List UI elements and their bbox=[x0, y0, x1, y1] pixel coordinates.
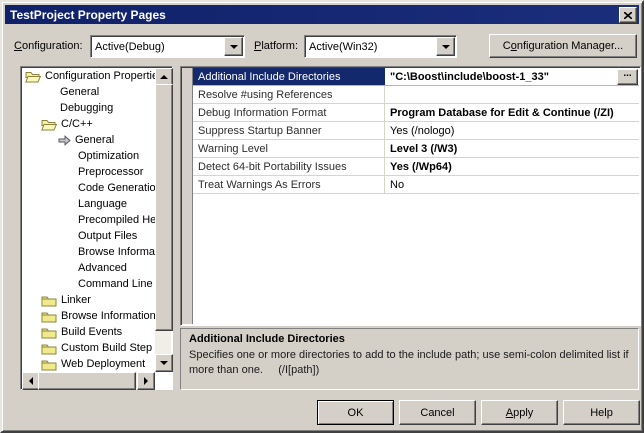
tree-item-browse-information[interactable]: Browse Information bbox=[22, 244, 155, 260]
tree-item-general[interactable]: General bbox=[22, 84, 155, 100]
description-text: Specifies one or more directories to add… bbox=[189, 348, 630, 378]
scroll-down-icon[interactable] bbox=[155, 354, 173, 372]
property-row-suppress-startup-banner[interactable]: Suppress Startup Banner Yes (/nologo) bbox=[193, 122, 639, 140]
folder-closed-icon bbox=[41, 310, 57, 323]
tree-item-web-deployment[interactable]: Web Deployment bbox=[22, 356, 155, 372]
tree-item-build-events[interactable]: Build Events bbox=[22, 324, 155, 340]
property-name[interactable]: Detect 64-bit Portability Issues bbox=[193, 158, 385, 175]
property-value[interactable]: "C:\Boost\include\boost-1_33" ... bbox=[385, 68, 639, 85]
horizontal-scroll-thumb[interactable] bbox=[38, 372, 136, 390]
category-tree: Configuration Properties General Debuggi… bbox=[20, 66, 173, 390]
help-button[interactable]: Help bbox=[563, 400, 640, 425]
scroll-right-icon[interactable] bbox=[137, 372, 155, 390]
folder-closed-icon bbox=[41, 294, 57, 307]
property-value[interactable]: Yes (/nologo) bbox=[385, 122, 639, 139]
property-name[interactable]: Treat Warnings As Errors bbox=[193, 176, 385, 193]
tree-items: Configuration Properties General Debuggi… bbox=[22, 68, 155, 372]
property-name[interactable]: Resolve #using References bbox=[193, 86, 385, 103]
close-icon bbox=[624, 12, 632, 19]
vertical-scroll-thumb[interactable] bbox=[155, 84, 173, 331]
cancel-button[interactable]: Cancel bbox=[399, 400, 476, 425]
property-value[interactable] bbox=[385, 86, 639, 103]
platform-value: Active(Win32) bbox=[305, 41, 435, 53]
platform-select[interactable]: Active(Win32) bbox=[304, 35, 457, 58]
property-name[interactable]: Debug Information Format bbox=[193, 104, 385, 121]
tree-item-c-cpp[interactable]: C/C++ bbox=[22, 116, 155, 132]
folder-open-icon bbox=[41, 118, 57, 131]
chevron-down-icon[interactable] bbox=[436, 37, 455, 56]
property-value[interactable]: Program Database for Edit & Continue (/Z… bbox=[385, 104, 639, 121]
property-description-panel: Additional Include Directories Specifies… bbox=[180, 328, 639, 390]
tree-item-language[interactable]: Language bbox=[22, 196, 155, 212]
current-page-arrow-icon bbox=[58, 135, 71, 146]
tree-item-precompiled-headers[interactable]: Precompiled Headers bbox=[22, 212, 155, 228]
property-row-treat-warnings-as-errors[interactable]: Treat Warnings As Errors No bbox=[193, 176, 639, 194]
ok-button[interactable]: OK bbox=[317, 400, 394, 425]
property-name[interactable]: Suppress Startup Banner bbox=[193, 122, 385, 139]
tree-item-linker[interactable]: Linker bbox=[22, 292, 155, 308]
tree-item-browse-information-folder[interactable]: Browse Information bbox=[22, 308, 155, 324]
property-value[interactable]: Level 3 (/W3) bbox=[385, 140, 639, 157]
property-row-additional-include-directories[interactable]: Additional Include Directories "C:\Boost… bbox=[193, 68, 639, 86]
tree-item-debugging[interactable]: Debugging bbox=[22, 100, 155, 116]
title-bar[interactable]: TestProject Property Pages bbox=[5, 5, 639, 24]
browse-ellipsis-button[interactable]: ... bbox=[617, 69, 638, 85]
tree-item-advanced[interactable]: Advanced bbox=[22, 260, 155, 276]
configuration-value: Active(Debug) bbox=[91, 41, 223, 53]
folder-closed-icon bbox=[41, 342, 57, 355]
property-row-debug-information-format[interactable]: Debug Information Format Program Databas… bbox=[193, 104, 639, 122]
window-title: TestProject Property Pages bbox=[5, 8, 166, 22]
platform-label: Platform: bbox=[254, 40, 298, 52]
tree-item-code-generation[interactable]: Code Generation bbox=[22, 180, 155, 196]
tree-item-configuration-properties[interactable]: Configuration Properties bbox=[22, 68, 155, 84]
configuration-manager-button[interactable]: Configuration Manager... bbox=[489, 34, 637, 58]
tree-item-optimization[interactable]: Optimization bbox=[22, 148, 155, 164]
property-name[interactable]: Warning Level bbox=[193, 140, 385, 157]
apply-button[interactable]: Apply bbox=[481, 400, 558, 425]
property-row-warning-level[interactable]: Warning Level Level 3 (/W3) bbox=[193, 140, 639, 158]
configuration-select[interactable]: Active(Debug) bbox=[90, 35, 245, 58]
folder-closed-icon bbox=[41, 326, 57, 339]
tree-vertical-scrollbar[interactable] bbox=[155, 68, 171, 372]
property-name[interactable]: Additional Include Directories bbox=[193, 68, 385, 85]
property-row-detect-64bit-portability[interactable]: Detect 64-bit Portability Issues Yes (/W… bbox=[193, 158, 639, 176]
tree-item-cpp-general[interactable]: General bbox=[22, 132, 155, 148]
tree-item-command-line[interactable]: Command Line bbox=[22, 276, 155, 292]
property-grid: Additional Include Directories "C:\Boost… bbox=[180, 66, 641, 326]
close-button[interactable] bbox=[619, 7, 637, 23]
property-row-resolve-using-references[interactable]: Resolve #using References bbox=[193, 86, 639, 104]
property-pages-dialog: TestProject Property Pages Configuration… bbox=[0, 0, 644, 433]
property-value[interactable]: No bbox=[385, 176, 639, 193]
property-rows: Additional Include Directories "C:\Boost… bbox=[193, 68, 639, 194]
tree-horizontal-scrollbar[interactable] bbox=[22, 372, 155, 388]
tree-item-preprocessor[interactable]: Preprocessor bbox=[22, 164, 155, 180]
chevron-down-icon[interactable] bbox=[224, 37, 243, 56]
folder-closed-icon bbox=[41, 358, 57, 371]
description-title: Additional Include Directories bbox=[189, 333, 630, 345]
property-grid-gutter bbox=[182, 68, 193, 324]
property-value[interactable]: Yes (/Wp64) bbox=[385, 158, 639, 175]
tree-item-output-files[interactable]: Output Files bbox=[22, 228, 155, 244]
folder-open-icon bbox=[25, 70, 41, 83]
tree-item-custom-build-step[interactable]: Custom Build Step bbox=[22, 340, 155, 356]
configuration-label: Configuration: bbox=[14, 40, 83, 52]
